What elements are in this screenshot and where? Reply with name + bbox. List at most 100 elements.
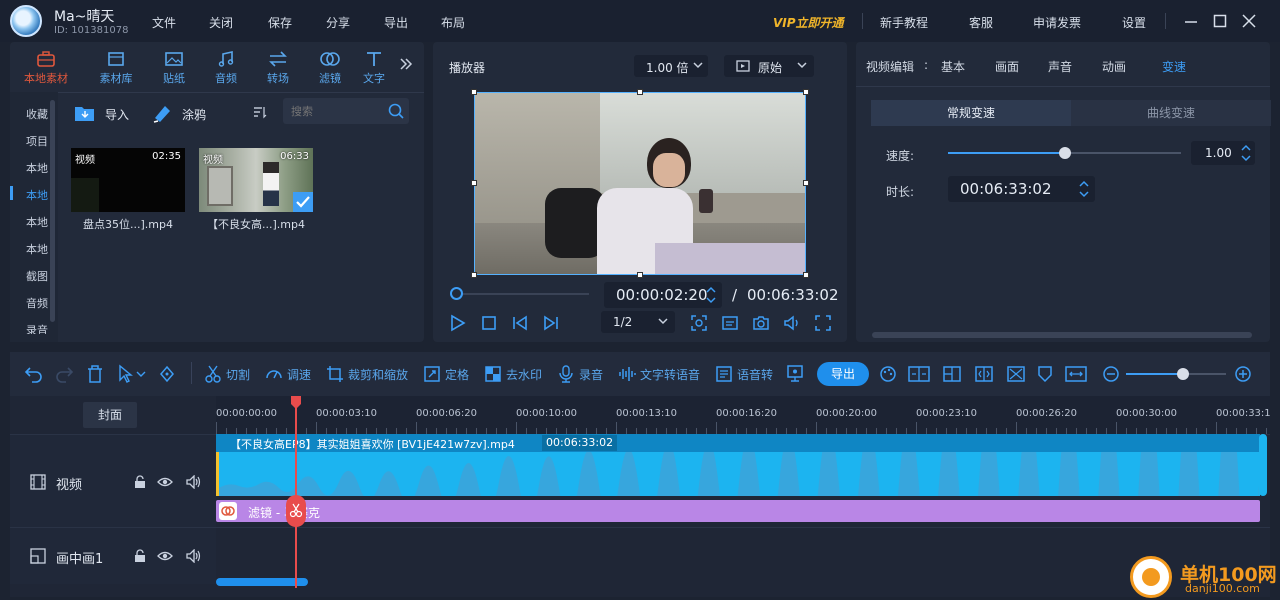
checkbox-checked-icon[interactable] [293,192,313,212]
video-clip[interactable] [216,452,1260,496]
maximize-icon[interactable] [1211,12,1229,30]
zoom-slider[interactable] [1126,368,1226,380]
speaker-icon[interactable] [186,475,202,489]
resize-handle[interactable] [471,180,477,186]
menu-share[interactable]: 分享 [326,14,350,31]
select-tool-icon[interactable] [116,364,148,384]
remove-watermark-button[interactable]: 去水印 [484,365,542,383]
sidebar-item-local-2[interactable]: 本地 [26,187,48,203]
split-screen-icon[interactable] [908,364,930,384]
crop-view-icon[interactable] [690,314,708,332]
eye-icon[interactable] [157,549,173,563]
minimize-icon[interactable] [1182,12,1200,30]
user-avatar[interactable] [10,5,42,37]
tab-transitions[interactable]: 转场 [252,48,304,88]
progress-track[interactable] [451,293,589,295]
record-button[interactable]: 录音 [557,365,603,383]
quality-dropdown[interactable]: 1/2 [601,311,675,333]
filter-clip[interactable]: 滤镜 - 马赛克 [216,500,1260,522]
mirror-icon[interactable] [974,364,994,384]
current-time-input[interactable]: 00:00:02:20 [604,282,722,308]
tab-filters[interactable]: 滤镜 [304,48,356,88]
fullscreen-icon[interactable] [814,314,832,332]
speed-slider[interactable] [948,147,1181,159]
tab-speed[interactable]: 变速 [1162,58,1186,75]
vip-button[interactable]: VIP立即开通 [773,14,844,31]
search-box[interactable] [283,98,409,124]
import-icon[interactable] [74,104,96,122]
next-frame-icon[interactable] [542,314,560,332]
tab-text[interactable]: 文字 [356,48,392,88]
resize-handle[interactable] [803,272,809,278]
sidebar-item-local-3[interactable]: 本地 [26,214,48,230]
crop-zoom-button[interactable]: 裁剪和缩放 [326,365,408,383]
tutorial-link[interactable]: 新手教程 [880,14,928,31]
marker-icon[interactable] [158,364,176,384]
search-icon[interactable] [387,102,405,120]
sort-icon[interactable] [253,105,267,119]
duration-input[interactable]: 00:06:33:02 [948,176,1095,202]
clip-header[interactable]: 【不良女高EP8】其实姐姐喜欢你 [BV1jE421w7zv].mp4 00:0… [216,434,1260,452]
ratio-dropdown[interactable]: 原始 [724,55,814,77]
speed-slider-knob[interactable] [1058,147,1071,159]
tab-sound[interactable]: 声音 [1048,58,1072,75]
resize-handle[interactable] [471,89,477,95]
menu-save[interactable]: 保存 [268,14,292,31]
fit-width-icon[interactable] [1065,364,1087,384]
tab-stickers[interactable]: 贴纸 [148,48,200,88]
layout-icon[interactable] [942,364,962,384]
media-thumbnail-1[interactable]: 视频 02:35 [71,148,185,212]
sidebar-item-favorites[interactable]: 收藏 [26,106,48,122]
playhead-split-handle[interactable] [286,495,306,527]
zoom-out-icon[interactable] [1101,364,1121,384]
tab-basic[interactable]: 基本 [941,58,965,75]
speed-button[interactable]: 调速 [265,365,311,383]
stepper-icon[interactable] [1240,142,1252,164]
lock-icon[interactable] [134,549,146,563]
video-preview[interactable] [474,92,806,275]
speed-dropdown[interactable]: 1.00 倍 [634,55,708,77]
menu-layout[interactable]: 布局 [441,14,465,31]
close-icon[interactable] [1240,12,1258,30]
tab-library[interactable]: 素材库 [90,48,142,88]
stepper-icon[interactable] [1078,178,1090,200]
redo-icon[interactable] [54,364,74,384]
doodle-icon[interactable] [152,103,174,123]
tab-audio[interactable]: 音频 [200,48,252,88]
play-icon[interactable] [449,314,467,332]
playhead-handle[interactable] [290,396,302,409]
mask-icon[interactable] [1036,364,1054,384]
freeze-frame-button[interactable]: 定格 [423,365,469,383]
tab-curve-speed[interactable]: 曲线变速 [1071,100,1271,126]
sidebar-item-local-4[interactable]: 本地 [26,241,48,257]
subtitle-icon[interactable] [721,314,739,332]
speed-input[interactable]: 1.00 [1191,141,1255,165]
resize-handle[interactable] [803,180,809,186]
more-tabs-icon[interactable] [398,56,414,72]
volume-icon[interactable] [783,314,801,332]
camera-icon[interactable] [752,314,770,332]
text-to-speech-button[interactable]: 文字转语音 [618,365,700,383]
sidebar-item-projects[interactable]: 项目 [26,133,48,149]
undo-icon[interactable] [24,364,44,384]
cover-button[interactable]: 封面 [83,402,137,428]
sidebar-scrollbar[interactable] [50,100,55,322]
tab-animation[interactable]: 动画 [1102,58,1126,75]
resize-handle[interactable] [471,272,477,278]
resize-handle[interactable] [803,89,809,95]
export-button[interactable]: 导出 [817,362,869,386]
progress-knob[interactable] [450,287,463,300]
cut-button[interactable]: 切割 [204,365,250,383]
stepper-icon[interactable] [705,284,717,306]
tab-normal-speed[interactable]: 常规变速 [871,100,1071,126]
speech-to-text-button[interactable]: 语音转 [715,365,773,383]
resize-handle[interactable] [637,272,643,278]
settings-link[interactable]: 设置 [1122,14,1146,31]
prev-frame-icon[interactable] [511,314,529,332]
zoom-slider-knob[interactable] [1177,368,1189,380]
stop-icon[interactable] [480,314,498,332]
menu-close[interactable]: 关闭 [209,14,233,31]
delete-icon[interactable] [86,364,104,384]
support-link[interactable]: 客服 [969,14,993,31]
video-track-scrollbar[interactable] [1259,434,1267,496]
